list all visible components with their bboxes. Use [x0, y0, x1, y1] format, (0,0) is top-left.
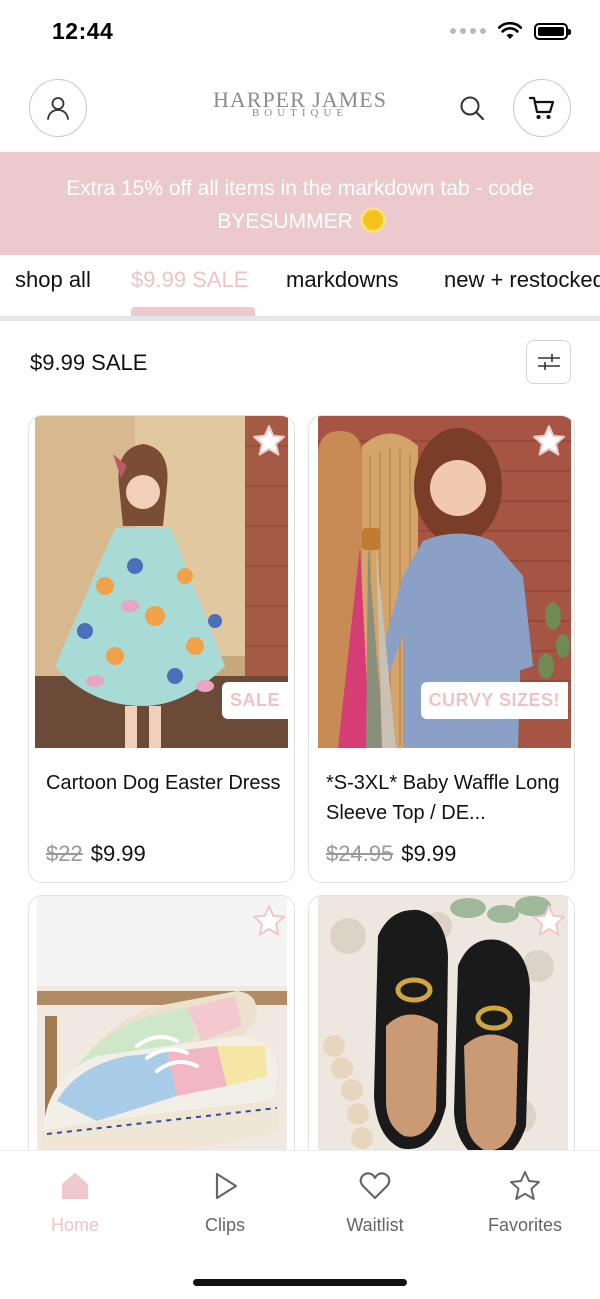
nav-home[interactable]: Home [15, 1169, 135, 1236]
cart-icon [528, 96, 555, 119]
sale-price: $9.99 [90, 841, 146, 866]
product-badge: CURVY SIZES! [420, 682, 568, 719]
product-card[interactable]: SALE Cartoon Dog Easter Dress $22 $9.99 [28, 415, 295, 883]
search-icon [460, 96, 485, 121]
favorite-star-icon[interactable] [532, 424, 566, 458]
tab-markdowns[interactable]: markdowns [286, 267, 398, 293]
product-price: $24.95 $9.99 [326, 841, 456, 867]
product-price: $22 $9.99 [46, 841, 146, 867]
nav-waitlist[interactable]: Waitlist [315, 1169, 435, 1236]
product-image[interactable] [37, 896, 287, 1164]
favorite-star-icon[interactable] [252, 424, 286, 458]
heart-icon [359, 1172, 391, 1200]
product-card[interactable] [28, 895, 295, 1165]
section-title: $9.99 SALE [30, 350, 148, 375]
home-indicator[interactable] [193, 1279, 407, 1286]
sale-price: $9.99 [401, 841, 457, 866]
star-icon [510, 1171, 540, 1200]
brand-logo[interactable]: HARPER JAMES BOUTIQUE [200, 88, 400, 119]
sun-icon [362, 210, 383, 230]
tab-shop-all[interactable]: shop all [15, 267, 91, 293]
bottom-nav: Home Clips Waitlist Favorites [0, 1150, 600, 1299]
promo-code: BYESUMMER [217, 210, 353, 233]
promo-line-1: Extra 15% off all items in the markdown … [66, 177, 534, 200]
product-title[interactable]: *S-3XL* Baby Waffle Long Sleeve Top / DE… [326, 768, 561, 828]
cellular-signal-icon [450, 28, 486, 34]
user-icon [47, 97, 69, 120]
nav-clips-label: Clips [204, 1215, 245, 1235]
active-tab-indicator [131, 307, 255, 316]
status-time: 12:44 [52, 18, 114, 44]
favorite-star-icon[interactable] [252, 904, 286, 938]
nav-waitlist-label: Waitlist [346, 1215, 404, 1235]
search-button[interactable] [456, 92, 488, 124]
play-icon [215, 1172, 238, 1200]
nav-home-label: Home [50, 1215, 99, 1235]
status-bar: 12:44 [0, 0, 600, 66]
product-image[interactable] [318, 896, 568, 1164]
product-card[interactable] [308, 895, 575, 1165]
tab-new-restocked[interactable]: new + restocked [444, 267, 600, 293]
nav-clips[interactable]: Clips [165, 1169, 285, 1236]
status-icons [450, 22, 571, 40]
product-card[interactable]: CURVY SIZES! *S-3XL* Baby Waffle Long Sl… [308, 415, 575, 883]
battery-icon [534, 22, 571, 40]
app-header: HARPER JAMES BOUTIQUE [0, 66, 600, 152]
original-price: $22 [46, 841, 83, 866]
promo-banner[interactable]: Extra 15% off all items in the markdown … [0, 152, 600, 255]
tab-sale[interactable]: $9.99 SALE [131, 267, 248, 293]
product-title[interactable]: Cartoon Dog Easter Dress [46, 768, 281, 798]
filter-button[interactable] [526, 340, 571, 384]
account-button[interactable] [29, 79, 87, 137]
nav-favorites-label: Favorites [487, 1215, 563, 1235]
original-price: $24.95 [326, 841, 394, 866]
home-icon [62, 1173, 88, 1199]
promo-line-2: BYESUMMER [0, 205, 600, 238]
sliders-icon [537, 354, 560, 370]
wifi-icon [498, 22, 522, 39]
nav-favorites[interactable]: Favorites [465, 1169, 585, 1236]
cart-button[interactable] [513, 79, 571, 137]
category-tabs: shop all $9.99 SALE markdowns new + rest… [0, 255, 600, 321]
product-badge: SALE [221, 682, 288, 719]
favorite-star-icon[interactable] [532, 904, 566, 938]
